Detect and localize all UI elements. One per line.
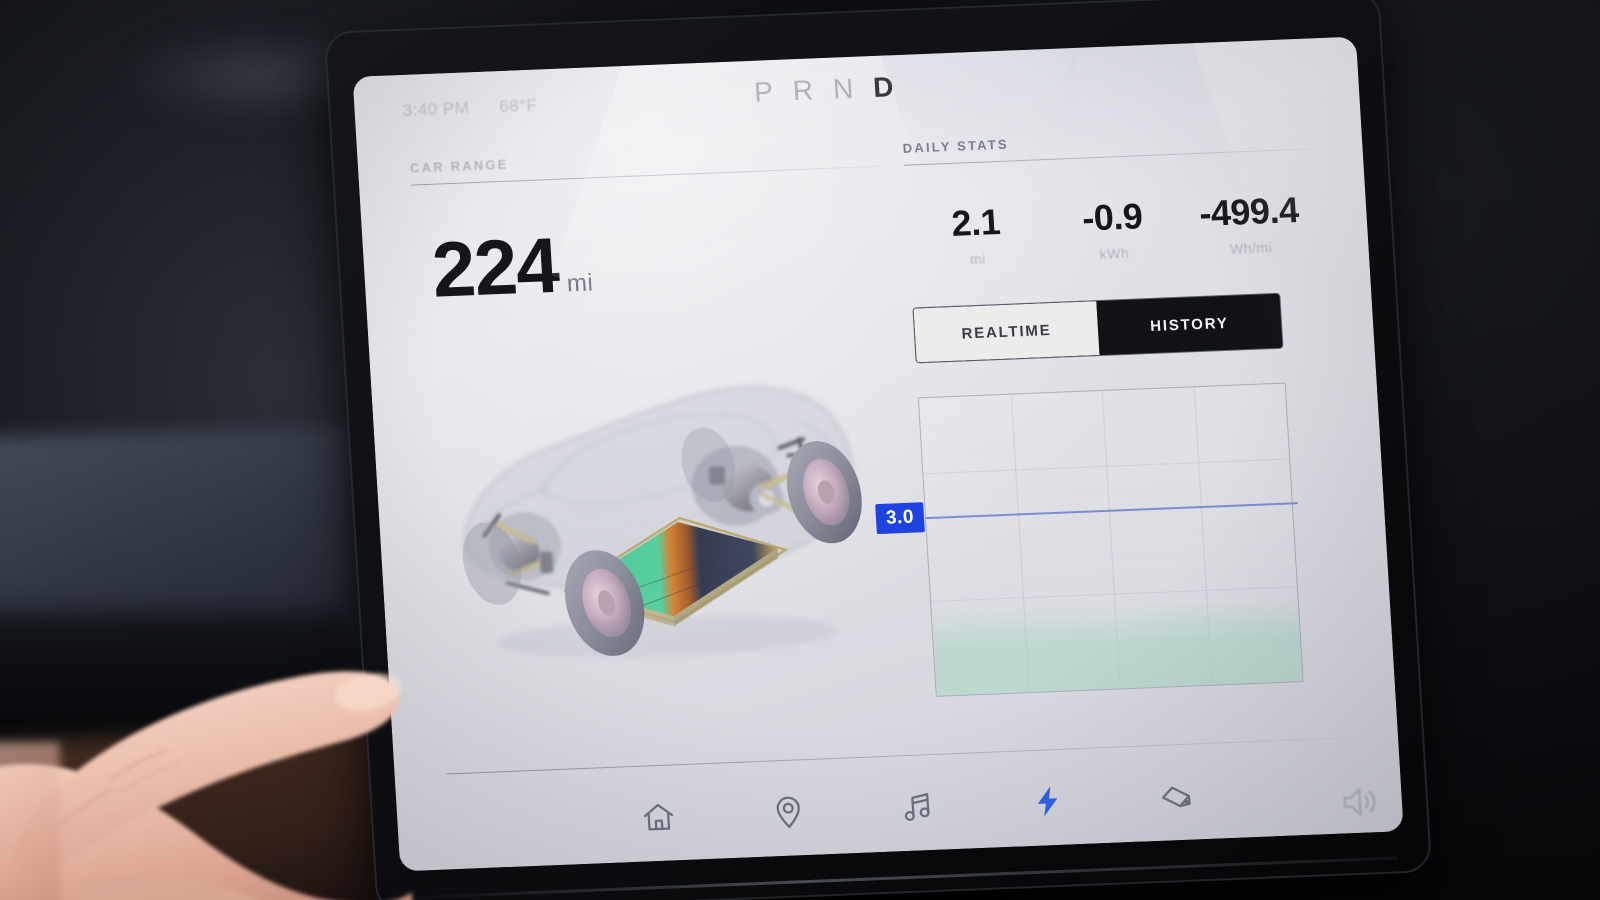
background-shadow: [0, 612, 350, 742]
touchscreen-display[interactable]: 3:40 PM 68°F P R N D CAR RANGE 224 mi DA…: [352, 36, 1404, 872]
vehicle-cutaway-illustration: [401, 332, 900, 671]
car-range-panel: CAR RANGE 224 mi: [410, 142, 916, 760]
nav-navigation-button[interactable]: [759, 784, 816, 840]
volume-icon: [1337, 780, 1382, 824]
stat-energy: -0.9 kWh: [1043, 195, 1183, 264]
tab-history[interactable]: HISTORY: [1096, 293, 1283, 356]
daily-stats-panel: DAILY STATS 2.1 mi -0.9 kWh -499.4 Wh/mi…: [875, 124, 1348, 739]
stats-row: 2.1 mi -0.9 kWh -499.4 Wh/mi: [906, 189, 1320, 269]
main-content: CAR RANGE 224 mi DAILY STATS 2.1 mi -0.9…: [358, 122, 1397, 761]
tablet-device: 3:40 PM 68°F P R N D CAR RANGE 224 mi DA…: [325, 0, 1431, 900]
volume-button[interactable]: [1337, 780, 1382, 824]
location-icon: [769, 793, 807, 830]
stat-distance: 2.1 mi: [906, 201, 1046, 269]
tab-realtime[interactable]: REALTIME: [913, 301, 1100, 363]
status-bar-left: 3:40 PM 68°F: [402, 95, 538, 120]
temperature-label: 68°F: [498, 95, 538, 116]
gear-drive[interactable]: D: [872, 71, 895, 104]
stat-efficiency-value: -499.4: [1198, 189, 1300, 234]
stat-efficiency-unit: Wh/mi: [1229, 239, 1273, 257]
car-range-heading: CAR RANGE: [409, 156, 509, 176]
range-readout: 224 mi: [414, 213, 888, 314]
home-icon: [639, 798, 677, 835]
stat-energy-value: -0.9: [1081, 195, 1144, 239]
gear-selector-indicator: P R N D: [753, 71, 895, 109]
gear-neutral[interactable]: N: [832, 73, 855, 106]
realtime-history-toggle[interactable]: REALTIME HISTORY: [912, 292, 1284, 364]
nav-media-button[interactable]: [889, 779, 946, 835]
lightning-icon: [1028, 783, 1066, 820]
stat-distance-unit: mi: [969, 250, 987, 268]
dashcam-icon: [1157, 778, 1195, 815]
gear-park[interactable]: P: [753, 76, 775, 109]
chart-threshold-badge[interactable]: 3.0: [875, 502, 925, 535]
background-desk-surface: [0, 723, 395, 900]
range-value: 224: [429, 220, 561, 314]
stat-distance-value: 2.1: [950, 201, 1002, 244]
gear-reverse[interactable]: R: [792, 74, 815, 107]
stat-efficiency: -499.4 Wh/mi: [1180, 189, 1320, 258]
clock-label: 3:40 PM: [402, 98, 470, 120]
chart-area-fill: [931, 599, 1303, 696]
photo-scene: 3:40 PM 68°F P R N D CAR RANGE 224 mi DA…: [0, 0, 1600, 900]
energy-history-chart[interactable]: 3.0: [875, 382, 1304, 697]
music-icon: [898, 788, 936, 825]
nav-dashcam-button[interactable]: [1148, 768, 1205, 824]
range-unit: mi: [566, 269, 595, 298]
nav-home-button[interactable]: [630, 789, 687, 845]
nav-energy-button[interactable]: [1018, 773, 1075, 829]
stat-energy-unit: kWh: [1099, 244, 1130, 262]
chart-threshold-line: [926, 502, 1298, 520]
